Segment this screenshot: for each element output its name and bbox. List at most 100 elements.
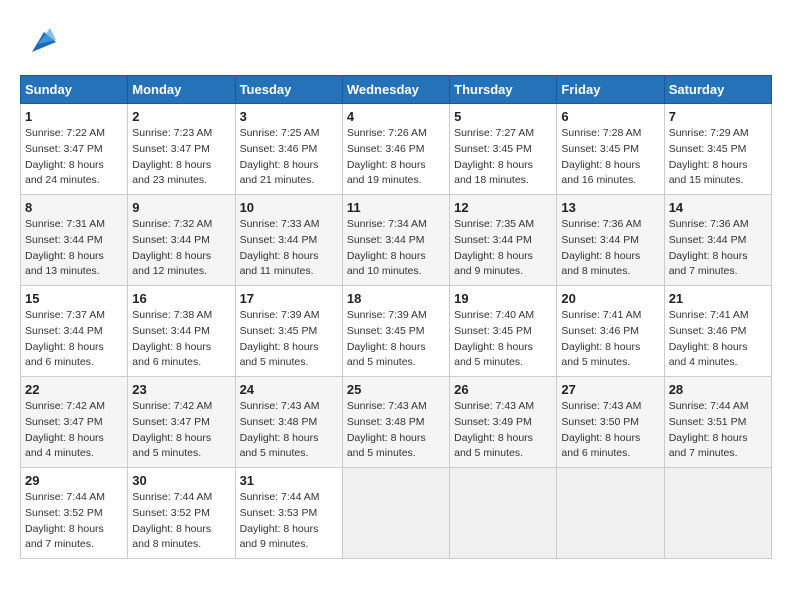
calendar-week-row: 1 Sunrise: 7:22 AMSunset: 3:47 PMDaylight…	[21, 104, 772, 195]
calendar-cell: 27 Sunrise: 7:43 AMSunset: 3:50 PMDayligh…	[557, 377, 664, 468]
calendar-cell: 24 Sunrise: 7:43 AMSunset: 3:48 PMDayligh…	[235, 377, 342, 468]
calendar-cell: 23Sunrise: 7:42 AMSunset: 3:47 PMDayligh…	[128, 377, 235, 468]
calendar-cell: 29 Sunrise: 7:44 AMSunset: 3:52 PMDayligh…	[21, 468, 128, 559]
day-number: 7	[669, 109, 767, 124]
day-info: Sunrise: 7:41 AMSunset: 3:46 PMDaylight:…	[561, 308, 659, 371]
logo	[20, 20, 56, 61]
day-number: 28	[669, 382, 767, 397]
calendar-cell: 7 Sunrise: 7:29 AMSunset: 3:45 PMDaylight…	[664, 104, 771, 195]
calendar-cell: 12Sunrise: 7:35 AMSunset: 3:44 PMDayligh…	[450, 195, 557, 286]
calendar-day-header: Sunday	[21, 76, 128, 104]
calendar-cell: 19 Sunrise: 7:40 AMSunset: 3:45 PMDayligh…	[450, 286, 557, 377]
calendar-week-row: 29 Sunrise: 7:44 AMSunset: 3:52 PMDayligh…	[21, 468, 772, 559]
calendar-cell: 11 Sunrise: 7:34 AMSunset: 3:44 PMDayligh…	[342, 195, 449, 286]
day-info: Sunrise: 7:31 AMSunset: 3:44 PMDaylight:…	[25, 217, 123, 280]
calendar-cell: 13 Sunrise: 7:36 AMSunset: 3:44 PMDayligh…	[557, 195, 664, 286]
calendar-cell: 26 Sunrise: 7:43 AMSunset: 3:49 PMDayligh…	[450, 377, 557, 468]
day-info: Sunrise: 7:32 AMSunset: 3:44 PMDaylight:…	[132, 217, 230, 280]
calendar-cell	[342, 468, 449, 559]
day-number: 3	[240, 109, 338, 124]
day-info: Sunrise: 7:43 AMSunset: 3:48 PMDaylight:…	[240, 399, 338, 462]
day-number: 22	[25, 382, 123, 397]
day-number: 17	[240, 291, 338, 306]
day-number: 13	[561, 200, 659, 215]
calendar-cell: 2Sunrise: 7:23 AMSunset: 3:47 PMDaylight…	[128, 104, 235, 195]
day-info: Sunrise: 7:36 AMSunset: 3:44 PMDaylight:…	[669, 217, 767, 280]
calendar-day-header: Saturday	[664, 76, 771, 104]
calendar-cell: 14 Sunrise: 7:36 AMSunset: 3:44 PMDayligh…	[664, 195, 771, 286]
calendar-day-header: Tuesday	[235, 76, 342, 104]
calendar-cell: 8 Sunrise: 7:31 AMSunset: 3:44 PMDaylight…	[21, 195, 128, 286]
calendar-cell: 17 Sunrise: 7:39 AMSunset: 3:45 PMDayligh…	[235, 286, 342, 377]
day-info: Sunrise: 7:36 AMSunset: 3:44 PMDaylight:…	[561, 217, 659, 280]
day-number: 10	[240, 200, 338, 215]
calendar-day-header: Thursday	[450, 76, 557, 104]
calendar-header-row: SundayMondayTuesdayWednesdayThursdayFrid…	[21, 76, 772, 104]
day-info: Sunrise: 7:25 AMSunset: 3:46 PMDaylight:…	[240, 126, 338, 189]
day-info: Sunrise: 7:29 AMSunset: 3:45 PMDaylight:…	[669, 126, 767, 189]
day-number: 4	[347, 109, 445, 124]
logo-bird-icon	[24, 24, 56, 61]
day-info: Sunrise: 7:37 AMSunset: 3:44 PMDaylight:…	[25, 308, 123, 371]
calendar-cell: 28 Sunrise: 7:44 AMSunset: 3:51 PMDayligh…	[664, 377, 771, 468]
calendar-cell: 4 Sunrise: 7:26 AMSunset: 3:46 PMDaylight…	[342, 104, 449, 195]
day-number: 29	[25, 473, 123, 488]
day-info: Sunrise: 7:26 AMSunset: 3:46 PMDaylight:…	[347, 126, 445, 189]
day-number: 21	[669, 291, 767, 306]
day-info: Sunrise: 7:43 AMSunset: 3:48 PMDaylight:…	[347, 399, 445, 462]
calendar-cell: 20 Sunrise: 7:41 AMSunset: 3:46 PMDayligh…	[557, 286, 664, 377]
day-number: 31	[240, 473, 338, 488]
calendar-cell: 22Sunrise: 7:42 AMSunset: 3:47 PMDayligh…	[21, 377, 128, 468]
calendar-cell: 21 Sunrise: 7:41 AMSunset: 3:46 PMDayligh…	[664, 286, 771, 377]
day-number: 27	[561, 382, 659, 397]
calendar-day-header: Monday	[128, 76, 235, 104]
day-number: 23	[132, 382, 230, 397]
day-info: Sunrise: 7:22 AMSunset: 3:47 PMDaylight:…	[25, 126, 123, 189]
day-number: 25	[347, 382, 445, 397]
day-number: 9	[132, 200, 230, 215]
day-number: 11	[347, 200, 445, 215]
calendar-cell: 10Sunrise: 7:33 AMSunset: 3:44 PMDayligh…	[235, 195, 342, 286]
calendar-week-row: 22Sunrise: 7:42 AMSunset: 3:47 PMDayligh…	[21, 377, 772, 468]
day-info: Sunrise: 7:44 AMSunset: 3:52 PMDaylight:…	[25, 490, 123, 553]
calendar-cell: 3 Sunrise: 7:25 AMSunset: 3:46 PMDaylight…	[235, 104, 342, 195]
calendar-cell: 15 Sunrise: 7:37 AMSunset: 3:44 PMDayligh…	[21, 286, 128, 377]
calendar-day-header: Wednesday	[342, 76, 449, 104]
day-number: 8	[25, 200, 123, 215]
day-info: Sunrise: 7:34 AMSunset: 3:44 PMDaylight:…	[347, 217, 445, 280]
day-number: 24	[240, 382, 338, 397]
calendar-cell: 18Sunrise: 7:39 AMSunset: 3:45 PMDayligh…	[342, 286, 449, 377]
day-info: Sunrise: 7:44 AMSunset: 3:51 PMDaylight:…	[669, 399, 767, 462]
day-info: Sunrise: 7:23 AMSunset: 3:47 PMDaylight:…	[132, 126, 230, 189]
calendar-cell: 1 Sunrise: 7:22 AMSunset: 3:47 PMDaylight…	[21, 104, 128, 195]
day-info: Sunrise: 7:44 AMSunset: 3:52 PMDaylight:…	[132, 490, 230, 553]
day-number: 6	[561, 109, 659, 124]
calendar-cell: 9 Sunrise: 7:32 AMSunset: 3:44 PMDaylight…	[128, 195, 235, 286]
day-info: Sunrise: 7:41 AMSunset: 3:46 PMDaylight:…	[669, 308, 767, 371]
calendar-week-row: 15 Sunrise: 7:37 AMSunset: 3:44 PMDayligh…	[21, 286, 772, 377]
calendar-table: SundayMondayTuesdayWednesdayThursdayFrid…	[20, 75, 772, 559]
day-info: Sunrise: 7:27 AMSunset: 3:45 PMDaylight:…	[454, 126, 552, 189]
day-info: Sunrise: 7:43 AMSunset: 3:49 PMDaylight:…	[454, 399, 552, 462]
calendar-cell: 30Sunrise: 7:44 AMSunset: 3:52 PMDayligh…	[128, 468, 235, 559]
day-number: 26	[454, 382, 552, 397]
day-number: 15	[25, 291, 123, 306]
day-number: 20	[561, 291, 659, 306]
day-info: Sunrise: 7:39 AMSunset: 3:45 PMDaylight:…	[240, 308, 338, 371]
day-number: 5	[454, 109, 552, 124]
day-info: Sunrise: 7:35 AMSunset: 3:44 PMDaylight:…	[454, 217, 552, 280]
day-number: 19	[454, 291, 552, 306]
calendar-week-row: 8 Sunrise: 7:31 AMSunset: 3:44 PMDaylight…	[21, 195, 772, 286]
day-info: Sunrise: 7:28 AMSunset: 3:45 PMDaylight:…	[561, 126, 659, 189]
day-number: 1	[25, 109, 123, 124]
header	[20, 20, 772, 61]
day-number: 14	[669, 200, 767, 215]
day-info: Sunrise: 7:43 AMSunset: 3:50 PMDaylight:…	[561, 399, 659, 462]
calendar-day-header: Friday	[557, 76, 664, 104]
day-info: Sunrise: 7:40 AMSunset: 3:45 PMDaylight:…	[454, 308, 552, 371]
calendar-cell: 6 Sunrise: 7:28 AMSunset: 3:45 PMDaylight…	[557, 104, 664, 195]
calendar-cell	[557, 468, 664, 559]
page: SundayMondayTuesdayWednesdayThursdayFrid…	[0, 0, 792, 574]
calendar-cell: 16Sunrise: 7:38 AMSunset: 3:44 PMDayligh…	[128, 286, 235, 377]
calendar-cell: 25 Sunrise: 7:43 AMSunset: 3:48 PMDayligh…	[342, 377, 449, 468]
